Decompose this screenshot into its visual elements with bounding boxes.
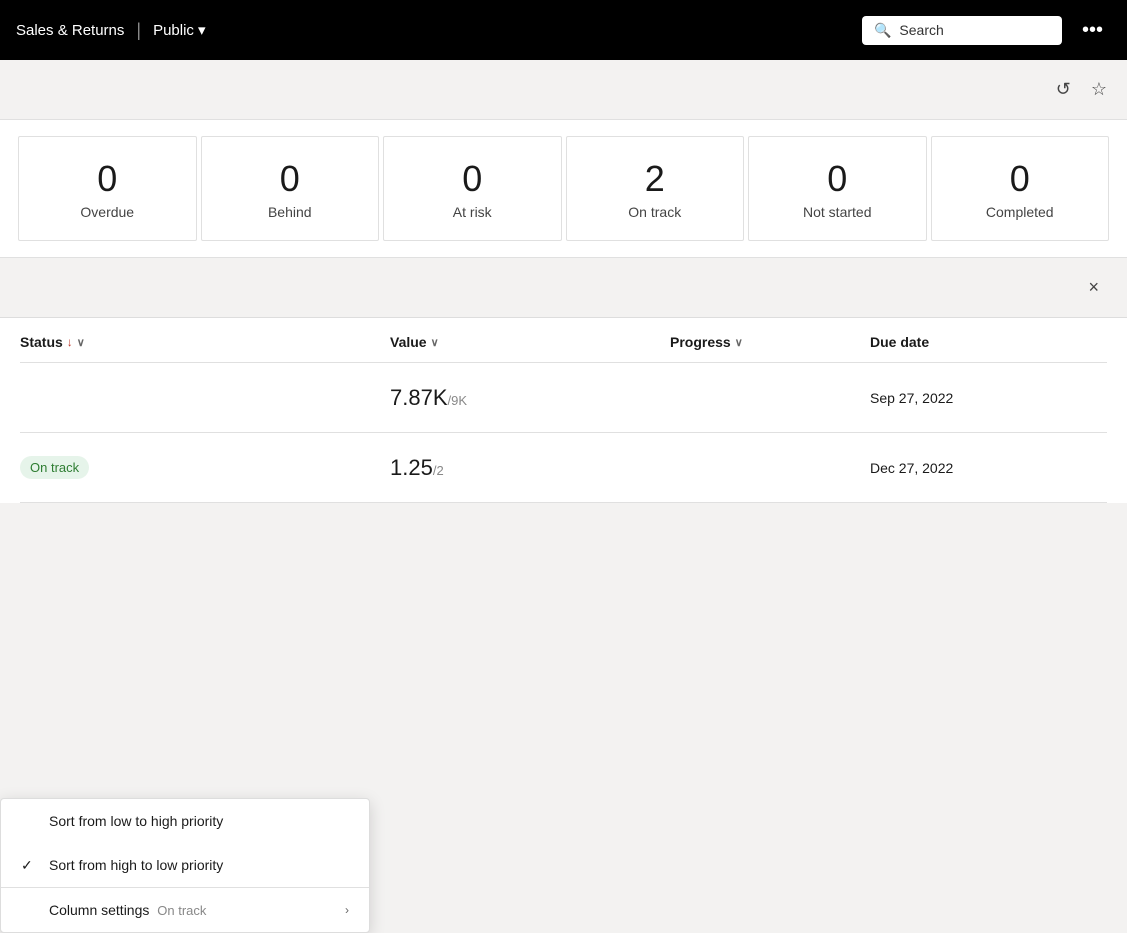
table-section-outer: Status ↓ ∨ Value ∨ Progress ∨ Due date [0,318,1127,503]
title-separator: | [136,20,141,41]
th-duedate: Due date [870,334,1107,350]
refresh-button[interactable]: ↺ [1052,75,1075,104]
secondary-icons: ↺ ☆ [1052,75,1111,104]
column-settings-arrow: › [345,903,349,917]
stat-card-at-risk[interactable]: 0 At risk [383,136,562,241]
td-duedate-0: Sep 27, 2022 [870,390,1107,406]
main-content: × Status ↓ ∨ Value ∨ Progress ∨ [0,258,1127,503]
stat-label-overdue: Overdue [35,204,180,220]
th-status-chevron: ∨ [77,336,85,349]
th-status-label: Status [20,334,63,350]
table-row[interactable]: On track 1.25/2 Dec 27, 2022 [20,433,1107,503]
top-bar: Sales & Returns | Public ▾ 🔍 Search ••• [0,0,1127,60]
td-status-1: On track [20,456,390,479]
td-value-1: 1.25/2 [390,455,670,481]
sort-high-label: Sort from high to low priority [49,857,223,873]
search-icon: 🔍 [874,22,891,39]
table-section: Status ↓ ∨ Value ∨ Progress ∨ Due date [0,318,1127,503]
dropdown-item-sort-low[interactable]: Sort from low to high priority [1,799,369,843]
visibility-selector[interactable]: Public ▾ [153,21,205,39]
stat-number-behind: 0 [218,157,363,200]
search-box[interactable]: 🔍 Search [862,16,1062,45]
value-main-1: 1.25 [390,455,433,480]
stat-card-not-started[interactable]: 0 Not started [748,136,927,241]
status-badge-on-track: On track [20,456,89,479]
top-bar-right: 🔍 Search ••• [862,15,1111,46]
sort-low-label: Sort from low to high priority [49,813,223,829]
th-progress-label: Progress [670,334,731,350]
stat-number-not-started: 0 [765,157,910,200]
stat-label-completed: Completed [948,204,1093,220]
th-progress[interactable]: Progress ∨ [670,334,870,350]
column-settings-sublabel: On track [157,903,206,918]
stat-number-overdue: 0 [35,157,180,200]
stat-number-on-track: 2 [583,157,728,200]
stats-row: 0 Overdue 0 Behind 0 At risk 2 On track … [16,136,1111,257]
stat-label-on-track: On track [583,204,728,220]
stat-label-at-risk: At risk [400,204,545,220]
stats-section: 0 Overdue 0 Behind 0 At risk 2 On track … [0,120,1127,258]
refresh-icon: ↺ [1056,79,1071,99]
visibility-label: Public [153,22,194,39]
th-duedate-label: Due date [870,334,929,350]
th-value[interactable]: Value ∨ [390,334,670,350]
stat-label-not-started: Not started [765,204,910,220]
filter-bar: × [0,258,1127,318]
th-value-label: Value [390,334,427,350]
th-status[interactable]: Status ↓ ∨ [20,334,390,350]
value-main-0: 7.87K [390,385,448,410]
column-settings-text-area: Column settings On track [49,902,206,918]
value-sub-0: /9K [448,393,468,408]
stat-card-behind[interactable]: 0 Behind [201,136,380,241]
sort-desc-icon: ↓ [67,335,73,349]
dropdown-item-sort-high[interactable]: Sort from high to low priority [1,843,369,887]
stat-card-on-track[interactable]: 2 On track [566,136,745,241]
th-value-chevron: ∨ [431,336,439,349]
search-text[interactable]: Search [899,22,943,38]
column-settings-label: Column settings [49,902,149,918]
favorite-button[interactable]: ☆ [1087,75,1111,104]
th-progress-chevron: ∨ [735,336,743,349]
secondary-bar: ↺ ☆ [0,60,1127,120]
app-title-area: Sales & Returns | Public ▾ [16,20,205,41]
dropdown-item-column-settings[interactable]: Column settings On track › [1,888,369,932]
dropdown-menu: Sort from low to high priority Sort from… [0,798,370,933]
stat-number-at-risk: 0 [400,157,545,200]
td-duedate-1: Dec 27, 2022 [870,460,1107,476]
stat-card-completed[interactable]: 0 Completed [931,136,1110,241]
close-button[interactable]: × [1080,273,1107,302]
td-value-0: 7.87K/9K [390,385,670,411]
stat-label-behind: Behind [218,204,363,220]
visibility-chevron: ▾ [198,21,206,39]
table-row[interactable]: 7.87K/9K Sep 27, 2022 [20,363,1107,433]
stat-card-overdue[interactable]: 0 Overdue [18,136,197,241]
table-header: Status ↓ ∨ Value ∨ Progress ∨ Due date [20,318,1107,363]
more-options-button[interactable]: ••• [1074,15,1111,46]
star-icon: ☆ [1091,79,1107,99]
value-sub-1: /2 [433,463,444,478]
app-title: Sales & Returns [16,22,124,39]
stat-number-completed: 0 [948,157,1093,200]
